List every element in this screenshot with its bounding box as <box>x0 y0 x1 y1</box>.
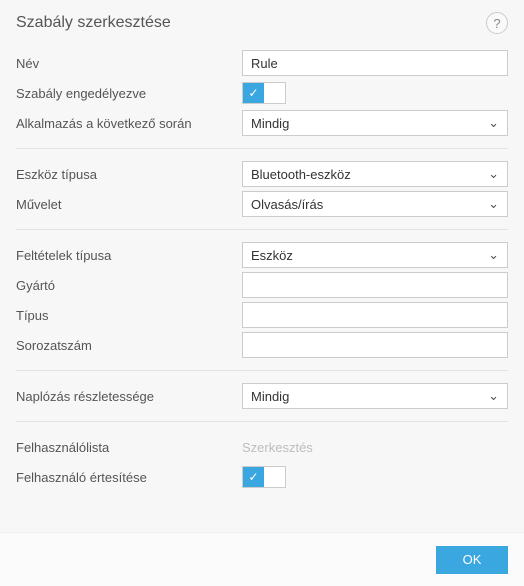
logging-value: Mindig <box>251 389 289 404</box>
criteria-type-select[interactable]: Eszköz ⌄ <box>242 242 508 268</box>
label-name: Név <box>16 56 242 71</box>
row-action: Művelet Olvasás/írás ⌄ <box>16 189 508 219</box>
action-value: Olvasás/írás <box>251 197 323 212</box>
label-logging: Naplózás részletessége <box>16 389 242 404</box>
help-icon[interactable]: ? <box>486 12 508 34</box>
row-criteria-type: Feltételek típusa Eszköz ⌄ <box>16 240 508 270</box>
row-userlist: Felhasználólista Szerkesztés <box>16 432 508 462</box>
logging-select[interactable]: Mindig ⌄ <box>242 383 508 409</box>
divider <box>16 229 508 230</box>
row-enabled: Szabály engedélyezve ✓ <box>16 78 508 108</box>
name-input[interactable] <box>242 50 508 76</box>
divider <box>16 148 508 149</box>
chevron-down-icon: ⌄ <box>488 115 499 131</box>
row-name: Név <box>16 48 508 78</box>
label-apply-during: Alkalmazás a következő során <box>16 116 242 131</box>
apply-during-value: Mindig <box>251 116 289 131</box>
check-icon: ✓ <box>248 471 258 483</box>
dialog-body: Név Szabály engedélyezve ✓ Alkalmazás a … <box>0 42 524 532</box>
row-device-type: Eszköz típusa Bluetooth-eszköz ⌄ <box>16 159 508 189</box>
model-input[interactable] <box>242 302 508 328</box>
check-icon: ✓ <box>248 87 258 99</box>
label-vendor: Gyártó <box>16 278 242 293</box>
enabled-toggle[interactable]: ✓ <box>242 82 286 104</box>
divider <box>16 421 508 422</box>
dialog-footer: OK <box>0 532 524 586</box>
device-type-value: Bluetooth-eszköz <box>251 167 351 182</box>
label-notify: Felhasználó értesítése <box>16 470 242 485</box>
label-action: Művelet <box>16 197 242 212</box>
ok-button[interactable]: OK <box>436 546 508 574</box>
serial-input[interactable] <box>242 332 508 358</box>
label-serial: Sorozatszám <box>16 338 242 353</box>
apply-during-select[interactable]: Mindig ⌄ <box>242 110 508 136</box>
rule-edit-dialog: Szabály szerkesztése ? Név Szabály enged… <box>0 0 524 586</box>
label-model: Típus <box>16 308 242 323</box>
row-vendor: Gyártó <box>16 270 508 300</box>
chevron-down-icon: ⌄ <box>488 388 499 404</box>
action-select[interactable]: Olvasás/írás ⌄ <box>242 191 508 217</box>
chevron-down-icon: ⌄ <box>488 196 499 212</box>
row-serial: Sorozatszám <box>16 330 508 360</box>
label-enabled: Szabály engedélyezve <box>16 86 242 101</box>
row-model: Típus <box>16 300 508 330</box>
notify-toggle[interactable]: ✓ <box>242 466 286 488</box>
row-logging: Naplózás részletessége Mindig ⌄ <box>16 381 508 411</box>
row-apply-during: Alkalmazás a következő során Mindig ⌄ <box>16 108 508 138</box>
vendor-input[interactable] <box>242 272 508 298</box>
divider <box>16 370 508 371</box>
userlist-edit-link[interactable]: Szerkesztés <box>242 440 313 455</box>
row-notify: Felhasználó értesítése ✓ <box>16 462 508 492</box>
label-device-type: Eszköz típusa <box>16 167 242 182</box>
label-criteria-type: Feltételek típusa <box>16 248 242 263</box>
criteria-type-value: Eszköz <box>251 248 293 263</box>
device-type-select[interactable]: Bluetooth-eszköz ⌄ <box>242 161 508 187</box>
dialog-title: Szabály szerkesztése <box>16 14 171 32</box>
chevron-down-icon: ⌄ <box>488 166 499 182</box>
chevron-down-icon: ⌄ <box>488 247 499 263</box>
label-userlist: Felhasználólista <box>16 440 242 455</box>
dialog-header: Szabály szerkesztése ? <box>0 0 524 42</box>
